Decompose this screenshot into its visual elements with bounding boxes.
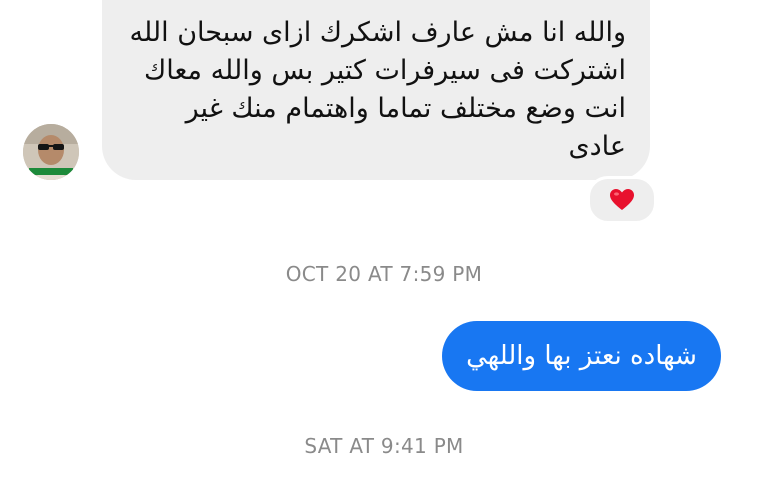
message-timestamp: OCT 20 AT 7:59 PM: [285, 262, 483, 286]
outgoing-message-bubble[interactable]: شهاده نعتز بها واللهي: [442, 321, 721, 391]
incoming-message-bubble[interactable]: والله انا مش عارف اشكرك ازاى سبحان الله …: [102, 0, 650, 180]
heart-icon: [610, 189, 634, 210]
avatar-photo: [23, 124, 79, 180]
message-line: انت وضع مختلف تماما واهتمام منك غير: [185, 93, 626, 124]
message-timestamp: SAT AT 9:41 PM: [304, 434, 464, 458]
reaction-badge[interactable]: [587, 176, 657, 224]
sender-avatar[interactable]: [23, 124, 79, 180]
message-line: والله انا مش عارف اشكرك ازاى سبحان الله: [129, 17, 626, 48]
message-text: شهاده نعتز بها واللهي: [466, 341, 697, 371]
message-line: اشتركت فى سيرفرات كتير بس والله معاك: [144, 55, 626, 86]
message-line: عادى: [568, 131, 627, 162]
